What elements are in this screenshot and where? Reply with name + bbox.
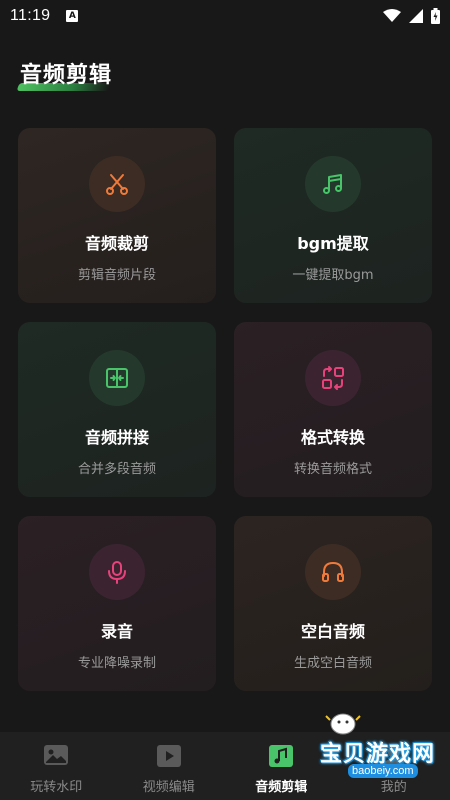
card-bgm-extract[interactable]: bgm提取 一键提取bgm [234,128,432,303]
icon-circle [89,544,145,600]
card-title: 音频拼接 [84,428,149,447]
card-subtitle: 转换音频格式 [293,462,372,477]
card-blank-audio[interactable]: 空白音频 生成空白音频 [234,516,432,691]
card-audio-trim[interactable]: 音频裁剪 剪辑音频片段 [18,128,216,303]
battery-icon [431,8,440,24]
notification-icon: A [66,10,79,22]
convert-icon [322,366,344,390]
status-icons [383,8,440,24]
card-subtitle: 合并多段音频 [77,462,156,477]
icon-circle [89,156,145,212]
page-title: 音频剪辑 [20,63,113,88]
tab-watermark[interactable]: 玩转水印 [6,742,106,795]
feature-grid: 音频裁剪 剪辑音频片段 bgm提取 一键提取bgm 音频拼接 合并多段音频 格式… [18,128,432,691]
music-note-icon [323,174,342,194]
tab-video-edit[interactable]: 视频编辑 [119,742,219,795]
microphone-icon [108,561,126,584]
signal-icon [409,9,423,23]
status-time: 11:19 [10,7,51,24]
headphones-icon [322,562,344,582]
status-bar: 11:19 A [0,0,450,32]
card-subtitle: 专业降噪录制 [77,656,156,671]
merge-icon [106,368,128,388]
watermark-url: baobeiy.com [348,764,418,778]
scissors-icon [106,174,128,195]
card-title: 格式转换 [300,428,365,447]
tab-label: 视频编辑 [142,780,195,795]
video-icon [155,742,183,770]
card-subtitle: 一键提取bgm [292,268,374,283]
icon-circle [89,350,145,406]
card-subtitle: 剪辑音频片段 [77,268,156,283]
card-format-convert[interactable]: 格式转换 转换音频格式 [234,322,432,497]
icon-circle [305,156,361,212]
icon-circle [305,350,361,406]
card-title: 空白音频 [300,622,365,641]
card-subtitle: 生成空白音频 [293,656,372,671]
card-audio-merge[interactable]: 音频拼接 合并多段音频 [18,322,216,497]
wifi-icon [383,9,401,22]
tab-label: 玩转水印 [30,780,83,795]
icon-circle [305,544,361,600]
card-title: 音频裁剪 [84,234,149,253]
image-icon [42,742,70,770]
card-title: 录音 [100,622,133,641]
card-title: bgm提取 [297,234,369,253]
site-watermark: 宝贝游戏网 baobeiy.com [292,706,442,786]
card-record[interactable]: 录音 专业降噪录制 [18,516,216,691]
